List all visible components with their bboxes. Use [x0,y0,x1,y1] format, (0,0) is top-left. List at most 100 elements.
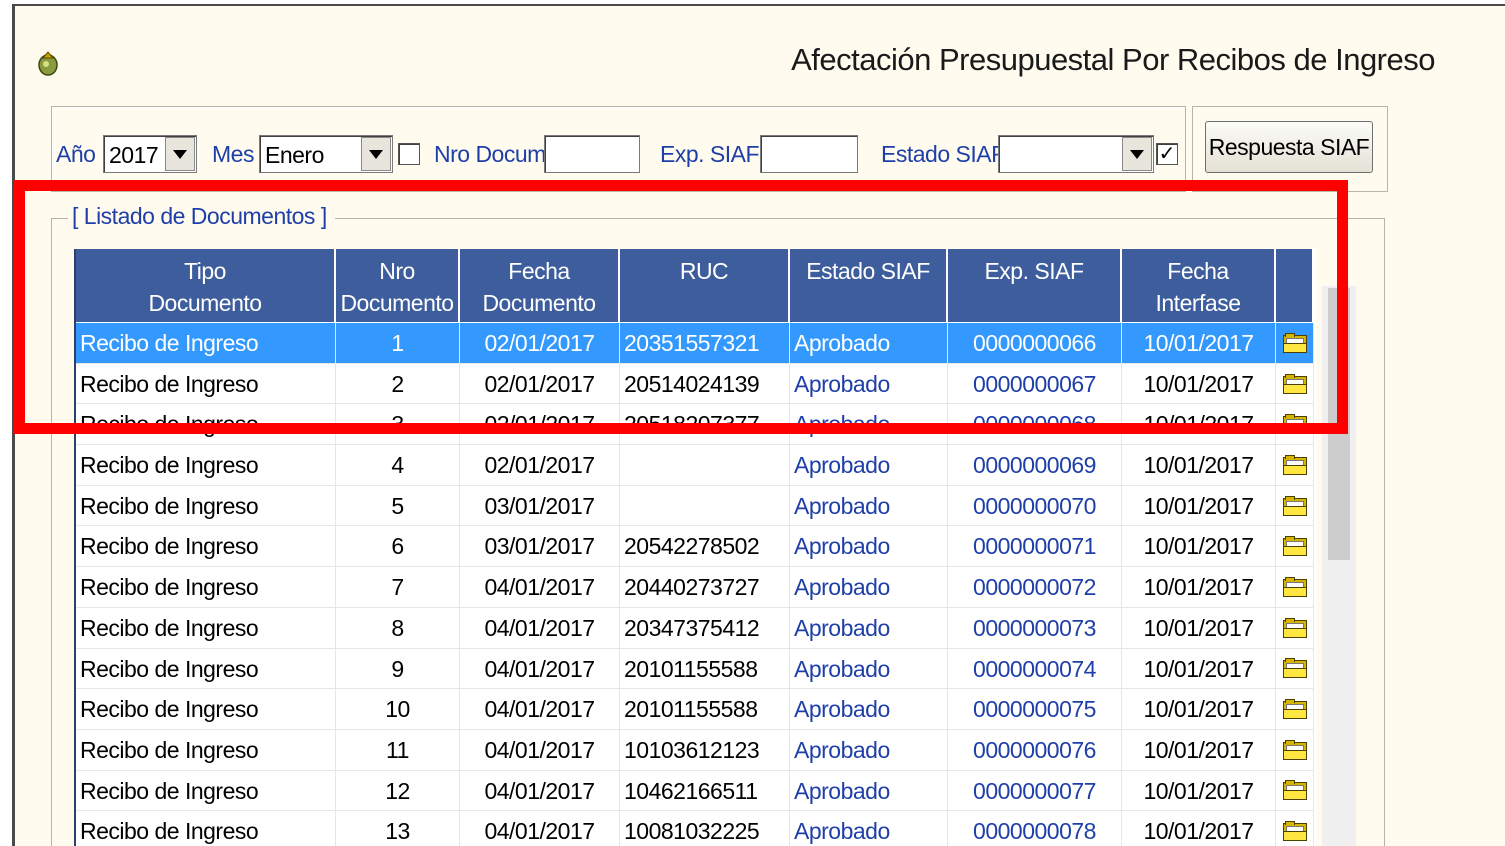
row-action-cell[interactable] [1276,404,1314,445]
column-header[interactable]: Fecha Documento [460,249,620,322]
row-action-cell[interactable] [1276,648,1314,689]
cell-fecha-int: 10/01/2017 [1122,485,1276,526]
respuesta-siaf-button[interactable]: Respuesta SIAF [1205,121,1373,173]
table-row[interactable]: Recibo de Ingreso 10 04/01/2017 20101155588… [76,689,1314,730]
row-action-cell[interactable] [1276,729,1314,770]
cell-exp: 0000000068 [948,404,1122,445]
column-header[interactable]: Nro Documento [336,249,460,322]
cell-fecha-int: 10/01/2017 [1122,567,1276,607]
table-row[interactable]: Recibo de Ingreso 7 04/01/2017 20440273727 A… [76,567,1314,608]
cell-tipo: Recibo de Ingreso [76,567,336,607]
vertical-scrollbar[interactable] [1322,286,1356,846]
cell-ruc: 20440273727 [620,567,790,607]
exp-siaf-input[interactable] [760,135,858,173]
folder-icon[interactable] [1282,739,1307,760]
cell-tipo: Recibo de Ingreso [76,811,336,846]
column-header[interactable]: Estado SIAF [790,249,948,322]
column-header[interactable] [1276,249,1314,322]
grid-header: Tipo Documento Nro Documento Fecha Documen… [76,249,1314,322]
folder-icon[interactable] [1282,821,1307,842]
cell-exp: 0000000072 [948,567,1122,607]
folder-icon[interactable] [1282,576,1307,597]
row-action-cell[interactable] [1276,607,1314,648]
cell-exp: 0000000075 [948,689,1122,729]
folder-icon[interactable] [1282,658,1307,679]
scrollbar-thumb[interactable] [1328,288,1350,560]
column-header[interactable]: RUC [620,249,790,322]
estado-siaf-select[interactable] [998,135,1154,173]
cell-fecha: 02/01/2017 [460,445,620,485]
folder-icon[interactable] [1282,414,1307,435]
table-row[interactable]: Recibo de Ingreso 9 04/01/2017 20101155588 A… [76,648,1314,690]
table-row[interactable]: Recibo de Ingreso 13 04/01/2017 10081032225… [76,811,1314,846]
column-header[interactable]: Fecha Interfase [1122,249,1276,322]
cell-fecha-int: 10/01/2017 [1122,607,1276,648]
table-row[interactable]: Recibo de Ingreso 12 04/01/2017 10462166511… [76,770,1314,812]
column-header[interactable]: Exp. SIAF [948,249,1122,322]
cell-fecha: 02/01/2017 [460,363,620,404]
table-row[interactable]: Recibo de Ingreso 8 04/01/2017 20347375412 A… [76,607,1314,649]
cell-fecha: 04/01/2017 [460,567,620,607]
chevron-down-icon[interactable] [361,137,391,171]
nro-docum-input[interactable] [544,135,640,173]
cell-tipo: Recibo de Ingreso [76,485,336,526]
mes-checkbox[interactable] [398,143,420,165]
cell-ruc: 20518207377 [620,404,790,445]
table-row[interactable]: Recibo de Ingreso 3 02/01/2017 20518207377 A… [76,404,1314,446]
cell-estado: Aprobado [790,567,948,607]
cell-exp: 0000000069 [948,445,1122,485]
cell-fecha: 04/01/2017 [460,689,620,729]
cell-estado: Aprobado [790,811,948,846]
row-action-cell[interactable] [1276,363,1314,404]
cell-exp: 0000000070 [948,485,1122,526]
folder-icon[interactable] [1282,495,1307,516]
cell-tipo: Recibo de Ingreso [76,689,336,729]
cell-estado: Aprobado [790,648,948,689]
row-action-cell[interactable] [1276,567,1314,607]
row-action-cell[interactable] [1276,811,1314,846]
anio-select[interactable]: 2017 [103,135,197,173]
anio-value: 2017 [109,142,159,168]
folder-icon[interactable] [1282,780,1307,801]
estado-siaf-checkbox[interactable]: ✓ [1156,143,1178,165]
column-header[interactable]: Tipo Documento [76,249,336,322]
cell-fecha: 04/01/2017 [460,770,620,811]
cell-ruc: 20542278502 [620,526,790,567]
row-action-cell[interactable] [1276,770,1314,811]
mes-value: Enero [265,142,324,168]
cell-ruc: 20347375412 [620,607,790,648]
folder-icon[interactable] [1282,332,1307,353]
row-action-cell[interactable] [1276,485,1314,526]
nro-docum-label: Nro Docum. [434,141,552,167]
cell-estado: Aprobado [790,607,948,648]
table-row[interactable]: Recibo de Ingreso 2 02/01/2017 20514024139 A… [76,363,1314,405]
mes-select[interactable]: Enero [259,135,393,173]
folder-icon[interactable] [1282,536,1307,557]
app-icon [38,51,58,76]
row-action-cell[interactable] [1276,445,1314,485]
cell-fecha: 04/01/2017 [460,811,620,846]
table-row[interactable]: Recibo de Ingreso 4 02/01/2017 Aprobado 0000… [76,445,1314,486]
chevron-down-icon[interactable] [1122,137,1152,171]
cell-estado: Aprobado [790,404,948,445]
table-row[interactable]: Recibo de Ingreso 5 03/01/2017 Aprobado 0000… [76,485,1314,527]
row-action-cell[interactable] [1276,323,1314,363]
cell-ruc: 20101155588 [620,689,790,729]
cell-exp: 0000000076 [948,729,1122,770]
folder-icon[interactable] [1282,617,1307,638]
table-row[interactable]: Recibo de Ingreso 1 02/01/2017 20351557321 A… [76,323,1314,364]
row-action-cell[interactable] [1276,689,1314,729]
folder-icon[interactable] [1282,373,1307,394]
folder-icon[interactable] [1282,699,1307,720]
table-row[interactable]: Recibo de Ingreso 11 04/01/2017 10103612123… [76,729,1314,771]
cell-ruc: 10081032225 [620,811,790,846]
row-action-cell[interactable] [1276,526,1314,567]
table-row[interactable]: Recibo de Ingreso 6 03/01/2017 20542278502 A… [76,526,1314,568]
cell-ruc [620,445,790,485]
cell-tipo: Recibo de Ingreso [76,729,336,770]
cell-estado: Aprobado [790,323,948,363]
folder-icon[interactable] [1282,454,1307,475]
cell-fecha-int: 10/01/2017 [1122,404,1276,445]
chevron-down-icon[interactable] [165,137,195,171]
cell-estado: Aprobado [790,770,948,811]
